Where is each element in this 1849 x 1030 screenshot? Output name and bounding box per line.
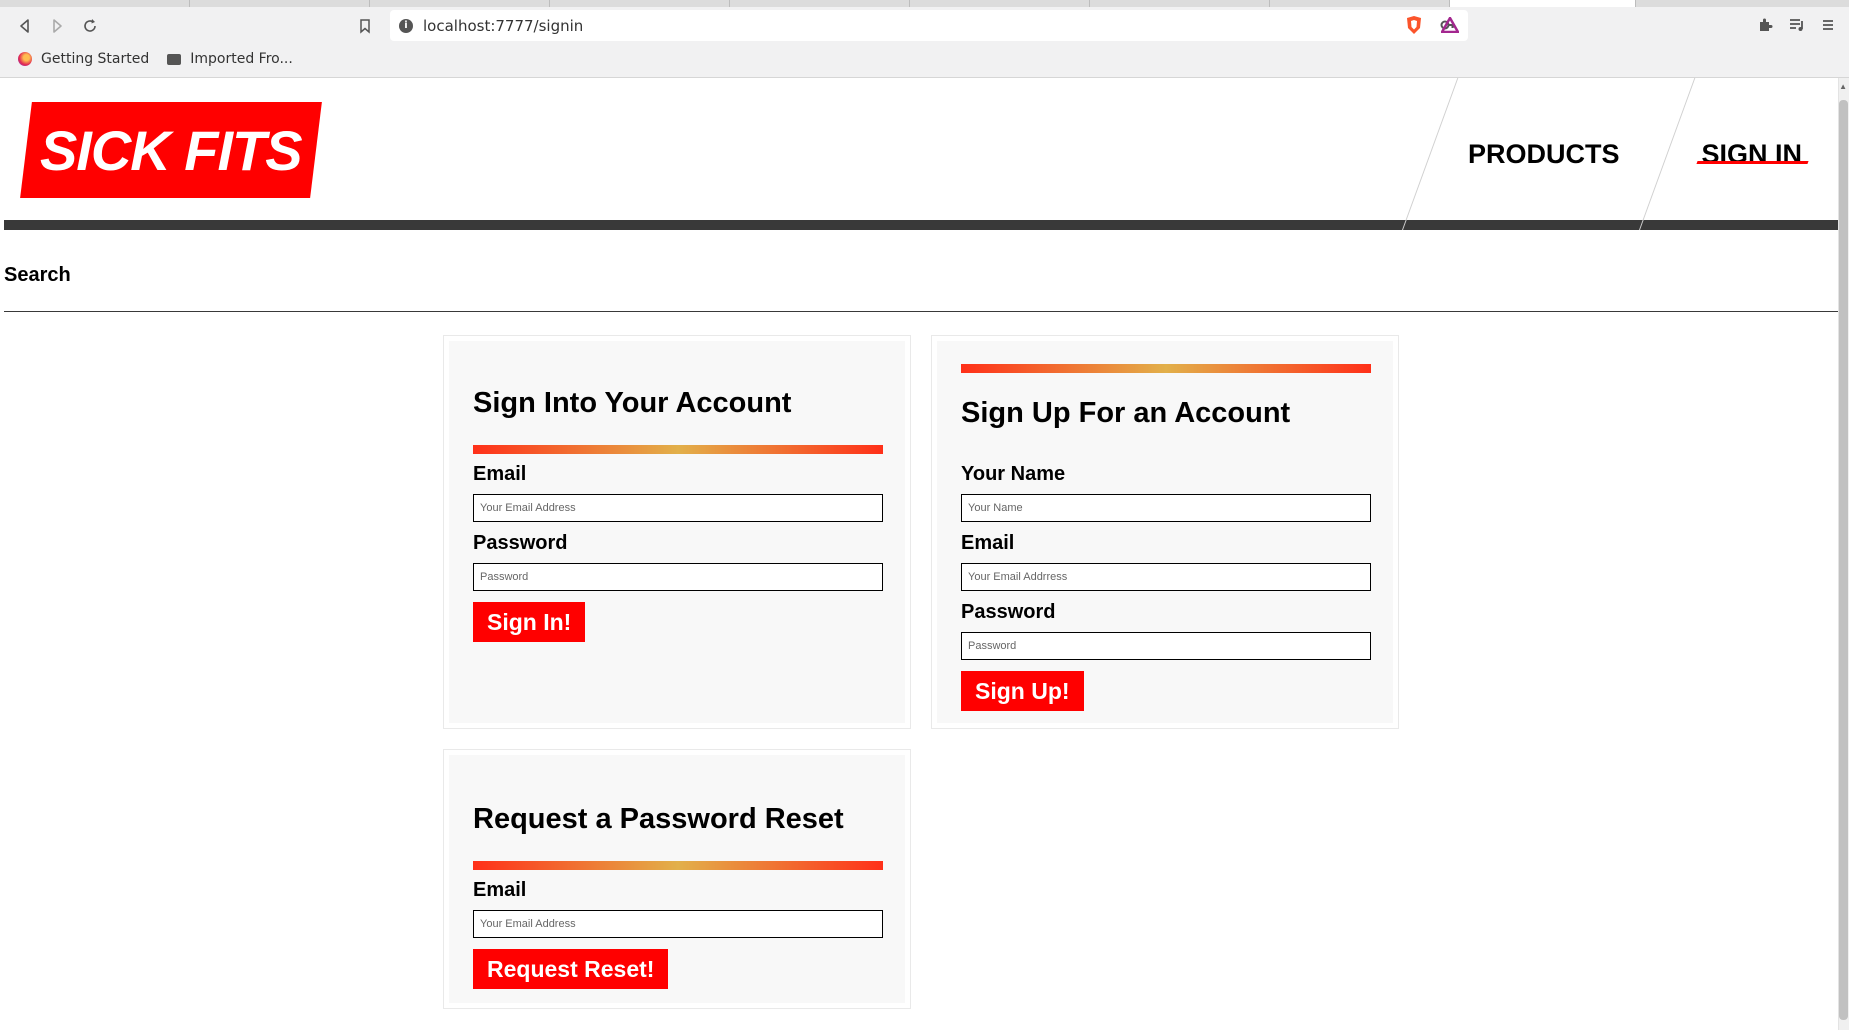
reset-title: Request a Password Reset — [473, 803, 844, 835]
reset-submit-button[interactable]: Request Reset! — [473, 949, 669, 989]
bookmark-icon[interactable] — [353, 14, 377, 38]
address-bar[interactable]: i localhost:7777/signin — [390, 10, 1468, 41]
browser-tab[interactable] — [190, 0, 370, 7]
reset-email-input[interactable] — [473, 910, 883, 938]
nav-separator — [1401, 78, 1459, 230]
signup-name-label: Your Name — [961, 463, 1066, 485]
signup-name-input[interactable] — [961, 494, 1371, 522]
browser-toolbar: i localhost:7777/signin Getting Started … — [0, 0, 1849, 78]
browser-tab-active[interactable] — [1450, 0, 1636, 7]
page-viewport: SICK FITS PRODUCTS SIGN IN Search Sign I… — [0, 78, 1838, 1030]
search-bar[interactable]: Search — [4, 240, 1838, 312]
site-info-icon[interactable]: i — [399, 18, 413, 33]
signin-email-label: Email — [473, 463, 527, 485]
scrollbar-thumb[interactable] — [1839, 100, 1848, 1020]
signup-form: Sign Up For an Account Your Name Email P… — [932, 336, 1398, 728]
signup-email-input[interactable] — [961, 563, 1371, 591]
browser-tab[interactable] — [0, 0, 190, 7]
browser-tab[interactable] — [730, 0, 910, 7]
signup-email-label: Email — [961, 532, 1015, 554]
signin-title: Sign Into Your Account — [473, 387, 792, 419]
reset-gradient-bar — [473, 861, 883, 870]
back-icon[interactable] — [13, 14, 37, 38]
bookmark-label: Imported Fro... — [190, 51, 293, 67]
signin-form: Sign Into Your Account Email Password Si… — [444, 336, 910, 728]
extensions-icon[interactable] — [1755, 15, 1775, 35]
browser-tab[interactable] — [1090, 0, 1270, 7]
signup-password-input[interactable] — [961, 632, 1371, 660]
url-text: localhost:7777/signin — [423, 16, 584, 35]
nav-signin-link[interactable]: SIGN IN — [1639, 78, 1838, 230]
bookmarks-bar: Getting Started Imported Fro... — [0, 46, 293, 72]
reset-form: Request a Password Reset Email Request R… — [444, 750, 910, 1008]
browser-tab[interactable] — [910, 0, 1090, 7]
signup-gradient-bar — [961, 364, 1371, 373]
signin-gradient-bar — [473, 445, 883, 454]
browser-tab[interactable] — [1270, 0, 1450, 7]
logo-text: SICK FITS — [40, 118, 302, 182]
logo-link[interactable]: SICK FITS — [20, 102, 322, 198]
bookmark-imported-folder[interactable]: Imported Fro... — [167, 51, 293, 67]
signup-title: Sign Up For an Account — [961, 397, 1291, 429]
site-header: SICK FITS PRODUCTS SIGN IN — [4, 78, 1838, 230]
active-underline — [1696, 161, 1809, 164]
browser-tab[interactable] — [550, 0, 730, 7]
signin-password-label: Password — [473, 532, 568, 554]
folder-icon — [167, 53, 182, 65]
bookmark-getting-started[interactable]: Getting Started — [18, 51, 149, 67]
scroll-up-icon[interactable]: ▲ — [1839, 82, 1847, 91]
browser-tab[interactable] — [370, 0, 550, 7]
menu-icon[interactable] — [1818, 15, 1838, 35]
search-label: Search — [4, 264, 71, 286]
nav-products-link[interactable]: PRODUCTS — [1401, 78, 1666, 230]
signin-password-input[interactable] — [473, 563, 883, 591]
firefox-icon — [18, 52, 32, 66]
brave-rewards-icon[interactable] — [1440, 15, 1460, 35]
nav-label: PRODUCTS — [1467, 138, 1620, 169]
forward-icon[interactable] — [45, 14, 69, 38]
nav-label: SIGN IN — [1701, 138, 1802, 169]
tab-strip — [0, 0, 1849, 7]
signup-submit-button[interactable]: Sign Up! — [961, 671, 1084, 711]
main-nav: PRODUCTS SIGN IN — [1401, 78, 1838, 230]
reset-email-label: Email — [473, 879, 527, 901]
media-playlist-icon[interactable] — [1787, 15, 1807, 35]
brave-shield-icon[interactable] — [1404, 15, 1424, 35]
signin-email-input[interactable] — [473, 494, 883, 522]
signup-password-label: Password — [961, 601, 1056, 623]
reload-icon[interactable] — [78, 14, 102, 38]
bookmark-label: Getting Started — [41, 51, 150, 67]
signin-submit-button[interactable]: Sign In! — [473, 602, 586, 642]
